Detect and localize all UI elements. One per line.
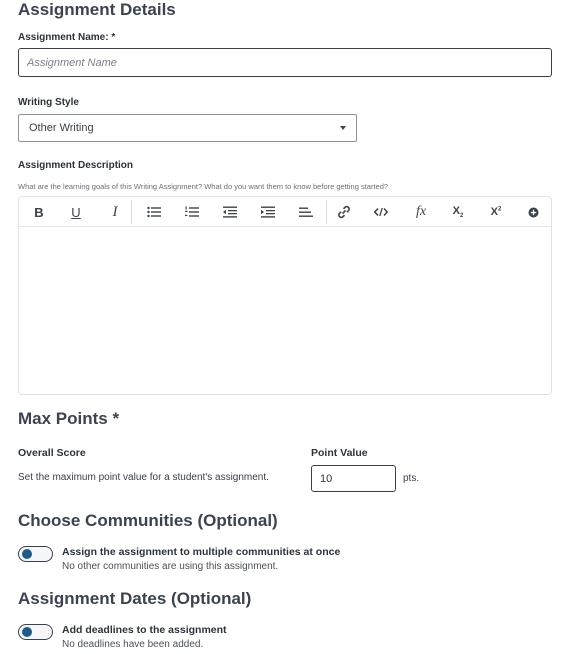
- deadlines-toggle-title: Add deadlines to the assignment: [62, 624, 227, 636]
- deadlines-toggle-subtitle: No deadlines have been added.: [62, 639, 204, 650]
- superscript-icon: X2: [490, 206, 502, 218]
- toggle-knob: [22, 627, 32, 637]
- point-value-label: Point Value: [311, 447, 368, 459]
- code-button[interactable]: [370, 202, 392, 222]
- communities-toggle-subtitle: No other communities are using this assi…: [62, 561, 279, 572]
- bullet-list-button[interactable]: [143, 202, 165, 222]
- underline-button[interactable]: U: [65, 202, 87, 222]
- indent-button[interactable]: [257, 202, 279, 222]
- underline-icon: U: [71, 204, 81, 220]
- code-icon: [374, 207, 388, 217]
- align-button[interactable]: [295, 202, 317, 222]
- indent-icon: [261, 206, 275, 218]
- toolbar-divider: [326, 200, 327, 224]
- italic-icon: I: [112, 203, 118, 220]
- outdent-button[interactable]: [219, 202, 241, 222]
- bold-button[interactable]: B: [28, 202, 50, 222]
- bullet-list-icon: [147, 206, 161, 218]
- writing-style-value: Other Writing: [29, 122, 94, 134]
- subscript-icon: X2: [452, 204, 464, 220]
- formula-icon: fx: [415, 204, 427, 219]
- numbered-list-icon: [185, 206, 199, 217]
- assignment-details-heading: Assignment Details: [18, 0, 176, 19]
- assignment-description-hint: What are the learning goals of this Writ…: [18, 182, 389, 191]
- insert-link-button[interactable]: [333, 202, 355, 222]
- communities-toggle[interactable]: [18, 546, 53, 562]
- max-points-heading: Max Points *: [18, 409, 120, 428]
- assignment-name-input[interactable]: [18, 48, 552, 77]
- editor-content-area[interactable]: [19, 228, 551, 394]
- editor-toolbar: B U I fx X2 X2: [19, 197, 551, 227]
- points-unit: pts.: [403, 473, 420, 484]
- point-value-input[interactable]: [311, 465, 396, 492]
- align-left-icon: [299, 207, 313, 217]
- writing-style-label: Writing Style: [18, 97, 79, 108]
- overall-score-description: Set the maximum point value for a studen…: [18, 472, 269, 483]
- link-icon: [338, 205, 350, 219]
- dates-heading: Assignment Dates (Optional): [18, 589, 252, 608]
- writing-style-select[interactable]: Other Writing: [18, 114, 357, 142]
- assignment-description-label: Assignment Description: [18, 160, 134, 171]
- numbered-list-button[interactable]: [181, 202, 203, 222]
- communities-toggle-title: Assign the assignment to multiple commun…: [62, 546, 341, 558]
- plus-circle-icon: [528, 207, 538, 217]
- communities-heading: Choose Communities (Optional): [18, 511, 278, 530]
- toolbar-divider: [131, 200, 132, 224]
- superscript-button[interactable]: X2: [485, 202, 507, 222]
- outdent-icon: [223, 206, 237, 218]
- formula-button[interactable]: fx: [410, 202, 432, 222]
- description-editor: B U I fx X2 X2: [18, 196, 552, 395]
- overall-score-label: Overall Score: [18, 447, 86, 459]
- deadlines-toggle[interactable]: [18, 624, 53, 640]
- assignment-name-label: Assignment Name: *: [18, 32, 116, 43]
- subscript-button[interactable]: X2: [447, 202, 469, 222]
- italic-button[interactable]: I: [104, 202, 126, 222]
- more-options-button[interactable]: [522, 202, 544, 222]
- bold-icon: B: [34, 204, 44, 220]
- toggle-knob: [22, 549, 32, 559]
- chevron-down-icon: [340, 126, 346, 130]
